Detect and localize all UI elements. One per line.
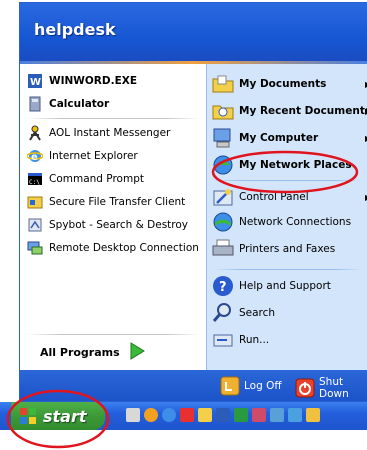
log-off-button[interactable]: Log Off (220, 376, 282, 396)
program-sftp[interactable]: Secure File Transfer Client (27, 191, 185, 213)
log-off-icon (220, 376, 240, 396)
taskbar: start (0, 402, 367, 430)
power-icon (295, 378, 315, 398)
program-label: Calculator (49, 98, 110, 110)
outlook-icon[interactable] (270, 408, 284, 422)
shut-down-label: Shut Down (319, 376, 349, 400)
place-my-network-places[interactable]: My Network Places (211, 154, 352, 176)
help-icon: ? (211, 274, 235, 298)
all-programs-button[interactable]: All Programs (40, 342, 146, 363)
search-icon (211, 301, 235, 325)
computer-icon (211, 126, 235, 150)
place-label: Control Panel (239, 191, 309, 203)
all-programs-label: All Programs (40, 346, 120, 359)
start-menu: helpdesk W WINWORD.EXE Calculator AOL In… (19, 2, 367, 402)
internet-explorer-icon: e (27, 148, 43, 164)
place-label: Search (239, 307, 276, 319)
spybot-icon (27, 217, 43, 233)
all-programs-separator (26, 334, 200, 335)
program-remote-desktop[interactable]: Remote Desktop Connection (27, 237, 199, 259)
start-button[interactable]: start (11, 402, 105, 430)
tray-icon[interactable] (306, 408, 320, 422)
place-run[interactable]: Run... (211, 329, 269, 351)
place-control-panel[interactable]: Control Panel ▶ (211, 185, 367, 209)
windows-logo-icon (19, 407, 37, 425)
shut-down-button[interactable]: Shut Down (295, 376, 367, 400)
calculator-icon (27, 96, 43, 112)
program-calculator[interactable]: Calculator (27, 93, 109, 115)
place-label: Run... (239, 334, 270, 346)
pinned-separator (26, 118, 200, 119)
program-spybot[interactable]: Spybot - Search & Destroy (27, 214, 188, 236)
printer-icon (211, 237, 235, 261)
network-places-icon (211, 153, 235, 177)
place-label: Network Connections (239, 216, 352, 228)
place-printers-and-faxes[interactable]: Printers and Faxes (211, 238, 335, 260)
run-icon (211, 328, 235, 352)
folder-icon[interactable] (198, 408, 212, 422)
svg-text:C:\: C:\ (29, 179, 40, 186)
word-icon[interactable] (216, 408, 230, 422)
program-label: Spybot - Search & Destroy (49, 219, 189, 231)
start-label: start (43, 406, 87, 426)
show-desktop-icon[interactable] (126, 408, 140, 422)
user-name: helpdesk (34, 20, 116, 39)
place-label: Help and Support (239, 280, 331, 292)
sftp-icon (27, 194, 43, 210)
program-command-prompt[interactable]: C:\ Command Prompt (27, 168, 144, 190)
excel-icon[interactable] (234, 408, 248, 422)
start-menu-footer: Log Off Shut Down (20, 370, 367, 401)
place-search[interactable]: Search (211, 302, 275, 324)
places-separator (213, 269, 363, 270)
folder-recent-icon (211, 99, 235, 123)
firefox-icon[interactable] (144, 408, 158, 422)
place-my-documents[interactable]: My Documents ▶ (211, 72, 367, 96)
folder-documents-icon (211, 72, 235, 96)
pinned-programs-pane: W WINWORD.EXE Calculator AOL Instant Mes… (20, 64, 206, 370)
svg-text:?: ? (219, 280, 227, 295)
program-label: WINWORD.EXE (49, 75, 138, 87)
place-label: My Documents (239, 78, 327, 90)
place-label: My Computer (239, 132, 319, 144)
mail-icon[interactable] (288, 408, 302, 422)
network-connections-icon (211, 210, 235, 234)
access-icon[interactable] (252, 408, 266, 422)
place-label: My Network Places (239, 159, 352, 171)
program-label: AOL Instant Messenger (49, 127, 171, 139)
page-background (0, 430, 367, 450)
place-label: Printers and Faxes (239, 243, 336, 255)
control-panel-icon (211, 185, 235, 209)
places-separator (213, 180, 363, 181)
program-label: Internet Explorer (49, 150, 138, 162)
quick-launch-bar (126, 408, 324, 422)
start-menu-header: helpdesk (20, 3, 367, 61)
program-aim[interactable]: AOL Instant Messenger (27, 122, 170, 144)
program-label: Remote Desktop Connection (49, 242, 199, 254)
internet-explorer-icon[interactable] (162, 408, 176, 422)
program-internet-explorer[interactable]: e Internet Explorer (27, 145, 138, 167)
word-icon: W (27, 73, 43, 89)
place-help-and-support[interactable]: ? Help and Support (211, 275, 331, 297)
media-icon[interactable] (180, 408, 194, 422)
remote-desktop-icon (27, 240, 43, 256)
svg-text:W: W (30, 77, 41, 88)
command-prompt-icon: C:\ (27, 171, 43, 187)
system-places-pane: My Documents ▶ My Recent Documents ▶ My … (206, 64, 367, 370)
place-network-connections[interactable]: Network Connections (211, 211, 351, 233)
program-label: Command Prompt (49, 173, 144, 185)
svg-text:e: e (31, 152, 38, 163)
place-label: My Recent Documents (239, 105, 367, 117)
aim-icon (27, 125, 43, 141)
place-my-computer[interactable]: My Computer ▶ (211, 126, 367, 150)
program-label: Secure File Transfer Client (49, 196, 186, 208)
log-off-label: Log Off (244, 380, 282, 392)
place-my-recent-documents[interactable]: My Recent Documents ▶ (211, 100, 367, 122)
program-winword[interactable]: W WINWORD.EXE (27, 70, 137, 92)
green-arrow-icon (128, 342, 146, 363)
